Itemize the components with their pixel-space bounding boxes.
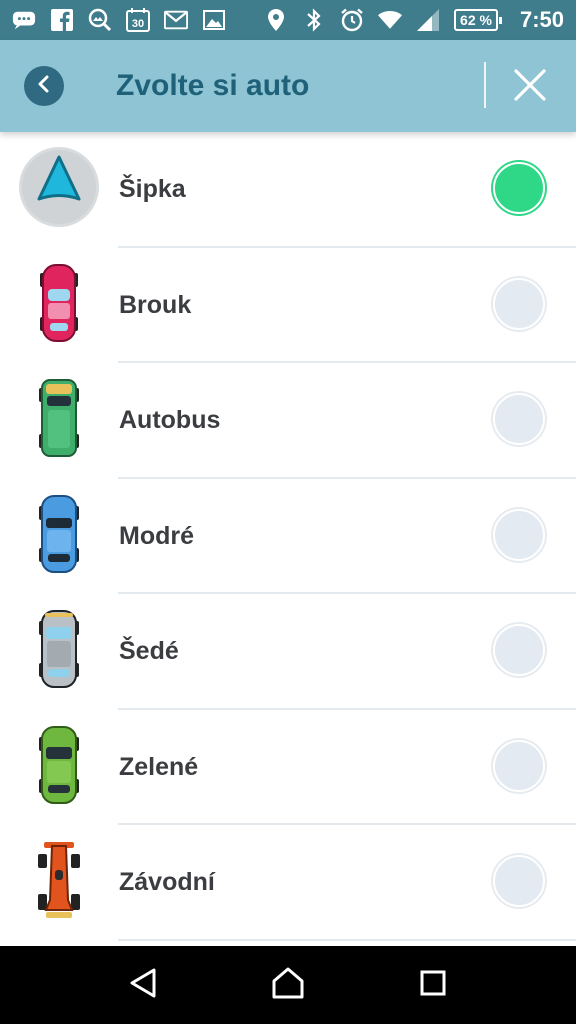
radio-unselected[interactable]: [493, 855, 545, 907]
radio-unselected[interactable]: [493, 393, 545, 445]
nav-home-icon: [271, 967, 305, 1004]
bluetooth-icon: [302, 8, 326, 32]
system-nav-bar: [0, 946, 576, 1024]
status-bar-system: 62 % 7:50: [264, 7, 564, 33]
nav-recents-icon: [419, 969, 447, 1002]
calendar-day-text: 30: [132, 18, 144, 30]
page-title: Zvolte si auto: [116, 69, 310, 102]
car-option-label: Šedé: [119, 637, 179, 666]
car-option-label: Brouk: [119, 290, 192, 319]
green-van-icon: [18, 377, 100, 459]
clock: 7:50: [519, 7, 564, 32]
car-option-brouk[interactable]: Brouk: [0, 248, 576, 364]
car-list: Šipka Brouk Autobus Modré Šedé Zelené Zá…: [0, 132, 576, 946]
radio-unselected[interactable]: [493, 624, 545, 676]
green-car-icon: [18, 724, 100, 806]
blue-car-icon: [18, 493, 100, 575]
car-option-label: Šipka: [119, 175, 186, 204]
close-icon: [513, 68, 547, 107]
car-option-label: Autobus: [119, 406, 221, 435]
alarm-icon: [340, 8, 364, 32]
header-divider: [484, 62, 486, 108]
nav-back-button[interactable]: [113, 955, 173, 1015]
car-option-label: Závodní: [119, 868, 215, 897]
car-option-autobus[interactable]: Autobus: [0, 363, 576, 479]
car-option-label: Modré: [119, 521, 194, 550]
gmail-icon: [164, 9, 188, 31]
back-button[interactable]: [24, 66, 64, 106]
chevron-left-icon: [34, 74, 54, 99]
signal-icon: [416, 9, 440, 31]
location-icon: [264, 9, 288, 31]
car-option-sede[interactable]: Šedé: [0, 594, 576, 710]
calendar-icon: 30: [126, 8, 150, 32]
status-bar: 30 62 % 7:50: [0, 0, 576, 40]
nav-recents-button[interactable]: [403, 955, 463, 1015]
facebook-icon: [50, 9, 74, 31]
app-header: Zvolte si auto: [0, 40, 576, 132]
image-icon: [202, 9, 226, 31]
gallery-search-icon: [88, 8, 112, 32]
race-car-icon: [18, 839, 100, 921]
gray-car-icon: [18, 608, 100, 690]
radio-unselected[interactable]: [493, 508, 545, 561]
close-button[interactable]: [508, 65, 552, 109]
radio-selected[interactable]: [493, 162, 545, 214]
wifi-icon: [378, 9, 403, 31]
messages-icon: [12, 9, 36, 31]
pink-convertible-icon: [18, 262, 100, 344]
nav-home-button[interactable]: [258, 955, 318, 1015]
arrow-icon: [18, 146, 100, 228]
car-option-sipka[interactable]: Šipka: [0, 132, 576, 248]
radio-unselected[interactable]: [493, 739, 545, 792]
car-option-modre[interactable]: Modré: [0, 479, 576, 595]
car-option-zavodni[interactable]: Závodní: [0, 825, 576, 941]
battery-indicator: 62 %: [454, 9, 502, 31]
radio-unselected[interactable]: [493, 277, 545, 330]
nav-back-icon: [128, 967, 158, 1004]
car-option-zelene[interactable]: Zelené: [0, 710, 576, 826]
status-bar-notifications: 30: [12, 8, 226, 32]
car-option-label: Zelené: [119, 752, 199, 781]
